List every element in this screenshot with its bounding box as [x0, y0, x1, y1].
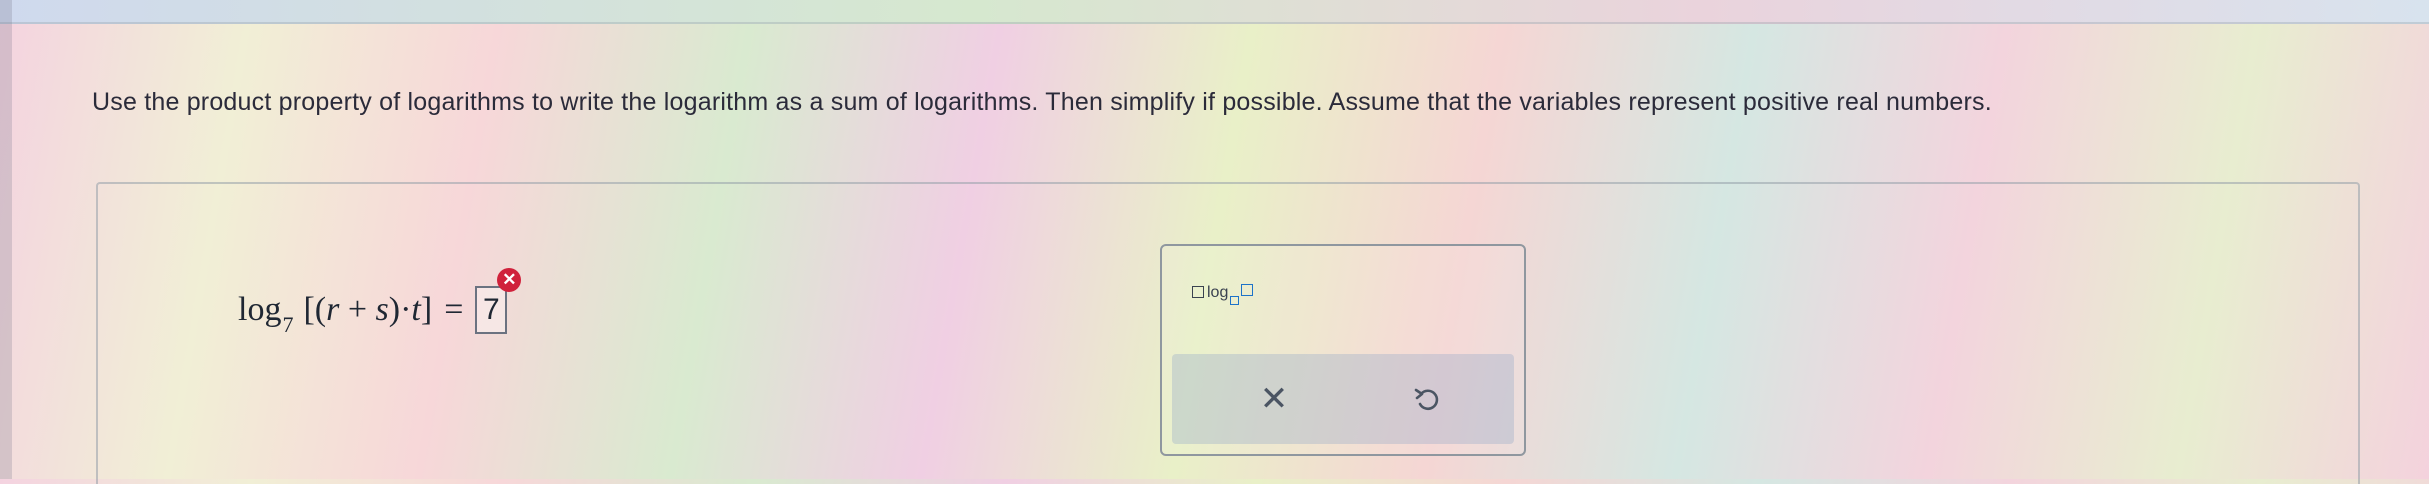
plus-sign: + [339, 291, 376, 328]
argument-box-icon [1241, 284, 1254, 296]
log-word: log [238, 291, 282, 328]
left-edge [0, 0, 12, 479]
log-template-label: log [1207, 284, 1229, 301]
log-expression: log7 [238, 291, 293, 337]
top-bar [0, 0, 2429, 24]
close-paren-dot: )· [388, 291, 412, 328]
action-panel: ✕ [1172, 354, 1514, 444]
log-argument: [(r + s)·t] [303, 291, 432, 329]
variable-s: s [375, 291, 389, 328]
coefficient-box-icon [1192, 286, 1204, 298]
close-icon: ✕ [1259, 380, 1289, 418]
log-template-button[interactable]: log [1192, 284, 1254, 305]
equation: log7 [(r + s)·t] = 7 ✕ [238, 268, 522, 340]
variable-r: r [326, 291, 340, 328]
log-base: 7 [282, 312, 294, 337]
open-bracket: [( [303, 291, 327, 328]
question-text: Use the product property of logarithms t… [92, 88, 1992, 116]
math-toolbox: log ✕ [1160, 244, 1526, 456]
clear-button[interactable]: ✕ [1244, 374, 1304, 424]
answer-value: 7 [483, 293, 500, 326]
close-bracket: ] [420, 291, 433, 328]
answer-input[interactable]: 7 ✕ [475, 268, 522, 334]
undo-icon [1414, 388, 1439, 411]
undo-button[interactable] [1398, 374, 1458, 424]
base-box-icon [1230, 296, 1240, 305]
equals-sign: = [444, 291, 464, 328]
variable-t: t [411, 291, 421, 328]
